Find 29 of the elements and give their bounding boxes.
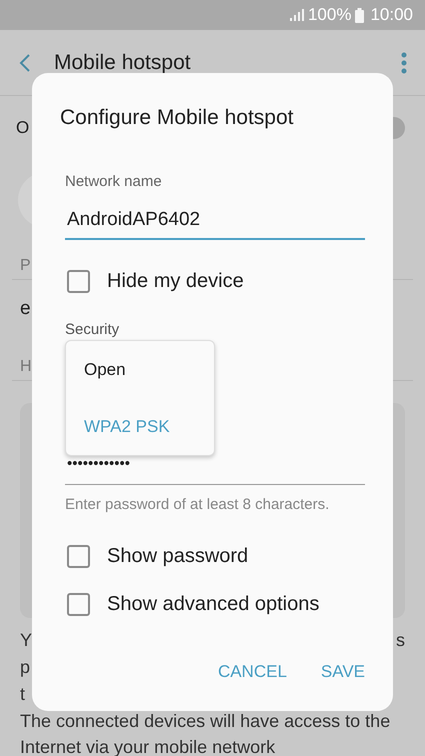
paragraph-line: The connected devices will have access to the [20,710,390,732]
paragraph-fragment: s [396,629,405,652]
more-options-icon[interactable] [401,52,407,74]
field-label: Security [65,320,120,340]
row-text: e [20,297,31,322]
checkbox[interactable] [67,270,90,292]
back-icon[interactable] [18,52,32,72]
section-header: H [20,356,32,376]
paragraph-fragment: p [20,656,30,679]
paragraph-fragment: Y [20,629,32,652]
checkbox-label: Hide my device [107,269,244,294]
signal-icon [290,9,304,21]
checkbox-label: Show advanced options [107,592,320,617]
checkbox[interactable] [67,592,90,616]
battery-icon [355,8,364,22]
network-name-field[interactable]: AndroidAP6402 [65,202,365,240]
screen-title: Mobile hotspot [54,50,191,76]
password-hint: Enter password of at least 8 characters. [65,495,330,515]
section-header: P [20,256,31,276]
dropdown-option[interactable]: Open [66,341,214,398]
checkbox[interactable] [67,544,90,568]
checkbox-label: Show password [107,544,248,569]
dialog-title: Configure Mobile hotspot [60,105,294,132]
paragraph-line: Internet via your mobile network [20,736,276,756]
battery-percentage: 100% [308,4,352,26]
clock: 10:00 [370,4,413,26]
field-label: Network name [65,172,163,192]
paragraph-fragment: t [20,683,26,706]
row-text: O [16,117,30,140]
